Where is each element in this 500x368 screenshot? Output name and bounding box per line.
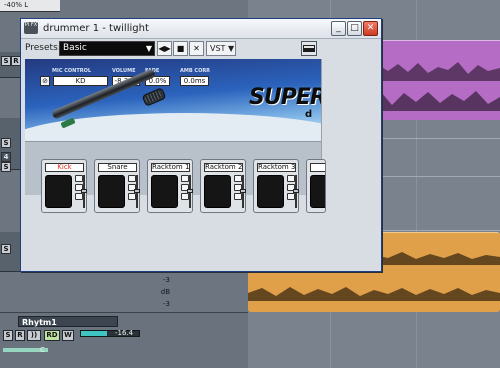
mic-control-label: MIC CONTROL [52,68,92,74]
volume-meter-fill [81,331,108,336]
fx-icon: Pl FX [24,22,38,34]
amb-corr-label: AMB CORR [180,68,211,74]
volume-value: -16.4 [115,329,134,337]
phase-button[interactable] [181,193,189,200]
mute-button[interactable] [128,175,136,182]
track-name-field[interactable]: Rhytm1 [18,316,118,327]
chevron-down-icon: ▼ [145,44,152,53]
phase-button[interactable] [75,193,83,200]
level-slider[interactable] [187,175,193,208]
mute-button[interactable] [75,175,83,182]
drum-pad[interactable] [45,175,72,208]
close-icon: ✕ [366,23,375,33]
drum-slot-name[interactable]: Kick [45,163,84,172]
mute-button[interactable] [234,175,242,182]
pan-value: C [40,346,45,354]
plugin-format-label: VST [210,44,226,53]
level-slider[interactable] [81,175,87,208]
maximize-icon: □ [350,23,359,33]
save-preset-button[interactable]: ■ [173,41,188,56]
drum-pad[interactable] [204,175,231,208]
delete-preset-button[interactable]: ✕ [189,41,204,56]
drum-slot[interactable]: Racktom 1 [147,159,193,213]
slider-knob[interactable] [187,189,193,193]
db-label: -3 [163,276,170,284]
window-title: drummer 1 - twillight [43,23,149,34]
title-bar[interactable]: Pl FX drummer 1 - twillight _ □ ✕ [21,19,381,39]
db-label: -3 [163,300,170,308]
phase-button[interactable] [234,193,242,200]
minimize-button[interactable]: _ [331,21,346,36]
drum-slot-name[interactable]: Racktom 2 [204,163,243,172]
preset-dropdown[interactable]: Basic ▼ [59,41,155,56]
drum-slot-name[interactable]: Racktom 3 [257,163,296,172]
plugin-toolbar: Presets: Basic ▼ ◀▶ ■ ✕ VST ▼ [21,39,381,58]
level-slider[interactable] [134,175,140,208]
drum-slot[interactable]: F [306,159,326,213]
minimize-icon: _ [336,23,341,33]
brand-logo: SUPER [249,85,321,110]
delete-icon: ✕ [193,44,200,53]
maximize-button[interactable]: □ [347,21,362,36]
solo-button[interactable]: S [1,56,11,66]
drum-slot[interactable]: Kick [41,159,87,213]
read-automation-button[interactable]: RD [44,330,60,341]
preset-prev-next-button[interactable]: ◀▶ [157,41,172,56]
drum-pad[interactable] [257,175,284,208]
db-label: dB [160,288,170,296]
amb-corr-field[interactable]: 0.0ms [180,76,209,86]
record-button[interactable]: R [15,330,25,341]
write-automation-button[interactable]: W [62,330,74,341]
solo-button[interactable]: S [3,330,13,341]
link-icon[interactable]: ⊘ [40,76,50,86]
slider-knob[interactable] [293,189,299,193]
plugin-window: Pl FX drummer 1 - twillight _ □ ✕ Preset… [20,18,382,272]
mute-button[interactable] [287,175,295,182]
plugin-format-dropdown[interactable]: VST ▼ [206,41,236,56]
mic-control-field[interactable]: KD [53,76,108,86]
slider-knob[interactable] [81,189,87,193]
slider-knob[interactable] [134,189,140,193]
chevron-down-icon: ▼ [227,44,235,53]
phase-button[interactable] [128,193,136,200]
level-slider[interactable] [240,175,246,208]
solo-button[interactable]: S [1,244,11,254]
track-header: S R [0,52,22,78]
keyboard-button[interactable] [301,41,317,56]
solo-button[interactable]: S [1,162,11,172]
track-number: 4 [1,152,11,162]
track-header: S [0,232,22,272]
drum-pad[interactable] [98,175,125,208]
drum-slot-name[interactable]: Racktom 1 [151,163,190,172]
keyboard-icon [303,45,315,52]
drum-pad[interactable] [151,175,178,208]
save-icon: ■ [176,44,185,53]
close-button[interactable]: ✕ [363,21,378,36]
phase-button[interactable] [287,193,295,200]
top-meter-label: -40% L [4,1,29,9]
brand-logo-sub: d [305,109,313,120]
prev-next-icon: ◀▶ [158,44,171,53]
drum-slot[interactable]: Racktom 3 [253,159,299,213]
mute-button[interactable] [181,175,189,182]
solo-button[interactable]: S [1,138,11,148]
top-meter-strip: -40% L [0,0,60,12]
drum-pad[interactable] [310,175,325,208]
drum-slot[interactable]: Snare [94,159,140,213]
presets-label: Presets: [25,43,61,53]
slider-knob[interactable] [240,189,246,193]
drum-slot[interactable]: Racktom 2 [200,159,246,213]
input-echo-button[interactable]: )) [27,330,41,341]
level-slider[interactable] [293,175,299,208]
track-header: S 4 S [0,118,22,172]
drum-slot-name[interactable]: Snare [98,163,137,172]
drum-slot-name[interactable]: F [310,163,325,172]
preset-value: Basic [63,43,87,53]
volume-label: VOLUME [112,68,136,74]
